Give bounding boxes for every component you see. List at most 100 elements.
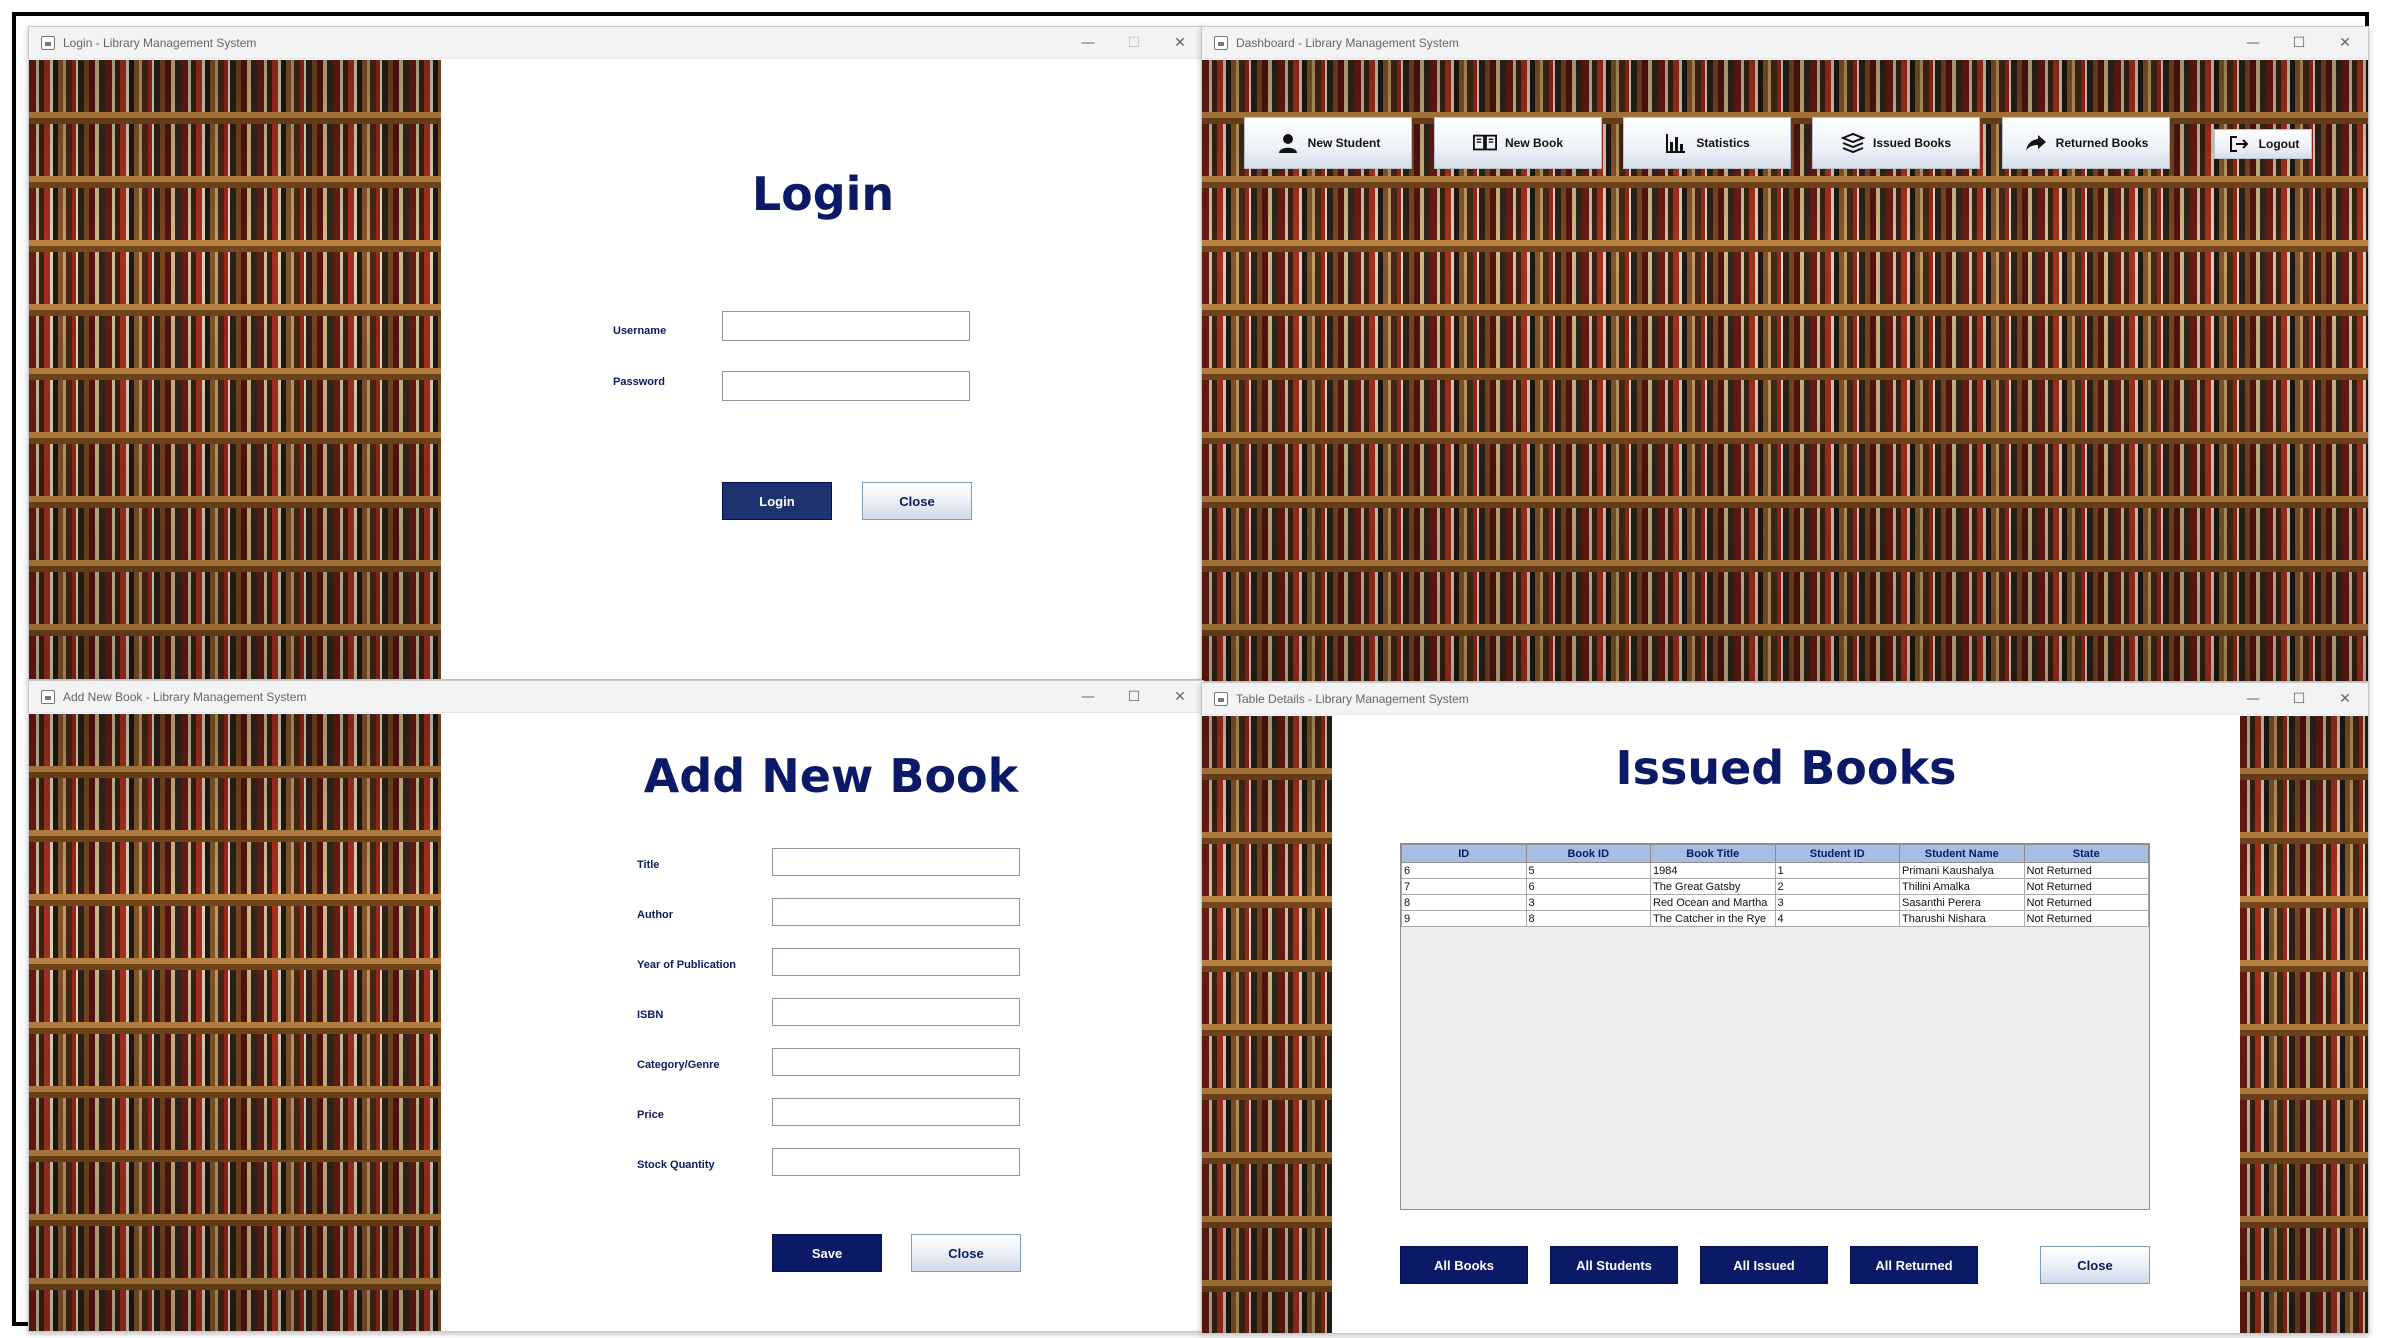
table-cell: The Great Gatsby [1650,878,1776,895]
isbn-label: ISBN [637,1009,664,1021]
close-button[interactable]: Close [2040,1246,2150,1284]
stock-field[interactable] [772,1148,1020,1176]
username-label: Username [613,325,667,337]
dashboard-window: Dashboard - Library Management System — … [1201,26,2369,682]
save-button[interactable]: Save [772,1234,882,1272]
java-app-icon [1214,35,1228,50]
price-label: Price [637,1109,664,1121]
bookshelf-image [29,714,441,1331]
table-details-window: Table Details - Library Management Syste… [1201,682,2369,1334]
password-label: Password [613,376,665,388]
column-header-id[interactable]: ID [1401,844,1527,863]
minimize-icon[interactable]: — [2230,27,2276,59]
page-title: Issued Books [1615,741,1957,795]
close-button[interactable]: Close [862,482,972,520]
category-label: Category/Genre [637,1059,720,1071]
bar-chart-icon [1664,131,1688,155]
close-button[interactable]: Close [911,1234,1021,1272]
isbn-field[interactable] [772,998,1020,1026]
minimize-icon[interactable]: — [1065,27,1111,59]
table-cell: 6 [1525,878,1651,895]
dashboard-titlebar: Dashboard - Library Management System — … [1202,27,2368,59]
window-title: Dashboard - Library Management System [1236,35,1459,50]
table-header-row: ID Book ID Book Title Student ID Student… [1401,844,2149,863]
login-titlebar: Login - Library Management System — ☐ ✕ [29,27,1203,59]
table-cell: 7 [1401,878,1527,895]
window-title: Login - Library Management System [63,35,257,50]
new-student-label: New Student [1307,136,1381,150]
new-student-button[interactable]: New Student [1244,117,1412,169]
table-row[interactable]: 6 5 1984 1 Primani Kaushalya Not Returne… [1401,862,2149,879]
close-icon[interactable]: ✕ [2322,683,2368,715]
table-cell: Tharushi Nishara [1899,910,2025,927]
title-field[interactable] [772,848,1020,876]
logout-button[interactable]: Logout [2214,129,2312,159]
all-books-button[interactable]: All Books [1400,1246,1528,1284]
statistics-button[interactable]: Statistics [1623,117,1791,169]
minimize-icon[interactable]: — [1065,681,1111,713]
all-returned-button[interactable]: All Returned [1850,1246,1978,1284]
table-cell: Not Returned [2023,910,2149,927]
issued-books-label: Issued Books [1872,136,1952,150]
login-window: Login - Library Management System — ☐ ✕ … [28,26,1204,680]
window-title: Table Details - Library Management Syste… [1236,691,1469,706]
returned-books-label: Returned Books [2055,136,2149,150]
table-cell: Red Ocean and Martha [1650,894,1776,911]
new-book-button[interactable]: New Book [1434,117,1602,169]
maximize-icon[interactable]: ☐ [2276,27,2322,59]
maximize-icon[interactable]: ☐ [2276,683,2322,715]
all-students-button[interactable]: All Students [1550,1246,1678,1284]
column-header-book-id[interactable]: Book ID [1525,844,1651,863]
table-cell: Not Returned [2023,878,2149,895]
bookshelf-image-right [2240,716,2368,1333]
table-row[interactable]: 7 6 The Great Gatsby 2 Thilini Amalka No… [1401,878,2149,895]
close-icon[interactable]: ✕ [1157,681,1203,713]
column-header-student-id[interactable]: Student ID [1774,844,1900,863]
category-field[interactable] [772,1048,1020,1076]
maximize-icon[interactable]: ☐ [1111,681,1157,713]
book-open-icon [1472,131,1497,155]
book-stack-icon [1840,131,1865,155]
login-button[interactable]: Login [722,482,832,520]
java-app-icon [41,35,55,50]
author-field[interactable] [772,898,1020,926]
new-book-label: New Book [1504,136,1563,150]
returned-books-button[interactable]: Returned Books [2002,117,2170,169]
column-header-book-title[interactable]: Book Title [1650,844,1776,863]
password-field[interactable] [722,371,970,401]
table-row[interactable]: 9 8 The Catcher in the Rye 4 Tharushi Ni… [1401,910,2149,927]
table-cell: Not Returned [2023,894,2149,911]
close-icon[interactable]: ✕ [1157,27,1203,59]
table-cell: Thilini Amalka [1899,878,2025,895]
maximize-icon[interactable]: ☐ [1111,27,1157,59]
table-cell: The Catcher in the Rye [1650,910,1776,927]
issued-books-table[interactable]: ID Book ID Book Title Student ID Student… [1400,843,2150,1210]
table-cell: 3 [1525,894,1651,911]
table-cell: 1984 [1650,862,1776,879]
year-label: Year of Publication [637,959,737,971]
minimize-icon[interactable]: — [2230,683,2276,715]
logout-label: Logout [2258,137,2300,151]
table-cell: 9 [1401,910,1527,927]
window-title: Add New Book - Library Management System [63,689,307,704]
table-row[interactable]: 8 3 Red Ocean and Martha 3 Sasanthi Pere… [1401,894,2149,911]
bookshelf-image-left [1202,716,1332,1333]
all-issued-button[interactable]: All Issued [1700,1246,1828,1284]
table-cell: 1 [1774,862,1900,879]
year-field[interactable] [772,948,1020,976]
add-book-titlebar: Add New Book - Library Management System… [29,681,1203,713]
table-cell: 6 [1401,862,1527,879]
add-book-window: Add New Book - Library Management System… [28,680,1204,1332]
table-cell: 5 [1525,862,1651,879]
table-cell: 8 [1525,910,1651,927]
logout-icon [2227,132,2251,156]
share-arrow-icon [2024,131,2048,155]
column-header-student-name[interactable]: Student Name [1899,844,2025,863]
issued-books-button[interactable]: Issued Books [1812,117,1980,169]
java-app-icon [1214,691,1228,706]
username-field[interactable] [722,311,970,341]
price-field[interactable] [772,1098,1020,1126]
page-title: Login [751,167,895,221]
close-icon[interactable]: ✕ [2322,27,2368,59]
column-header-state[interactable]: State [2023,844,2149,863]
